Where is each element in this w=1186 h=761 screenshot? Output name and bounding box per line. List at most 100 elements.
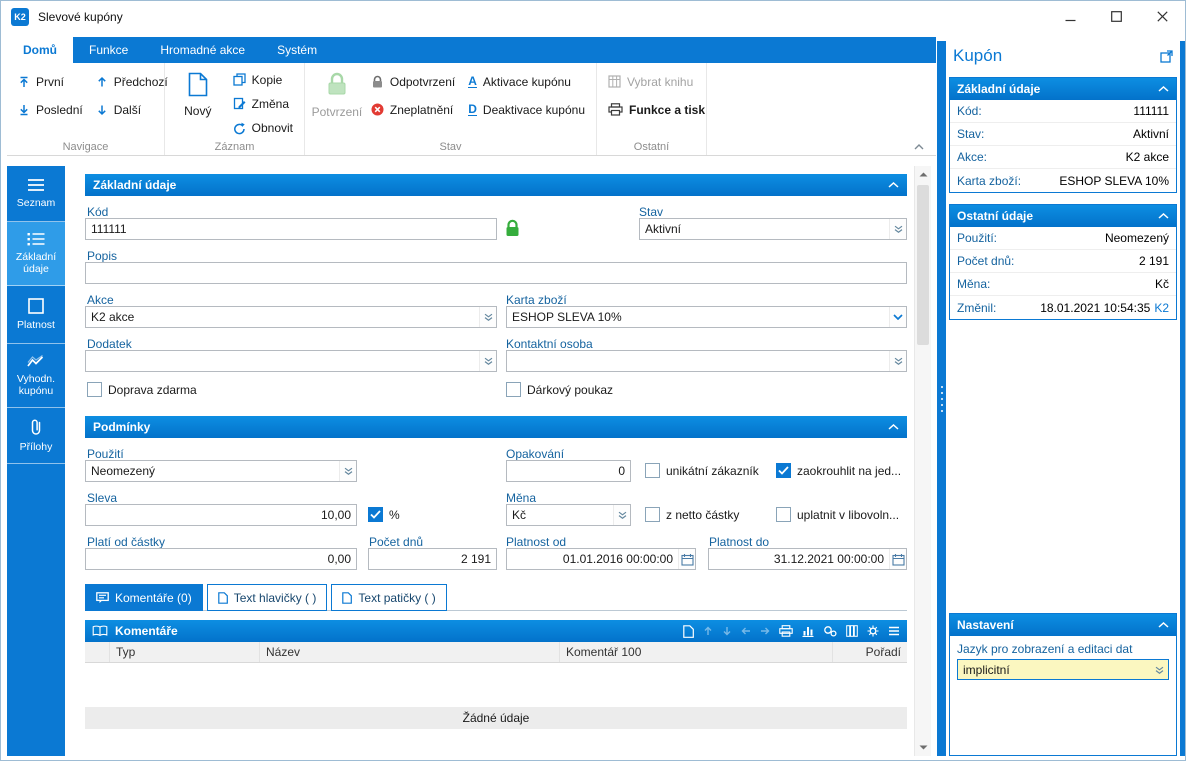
panel-splitter[interactable] (937, 41, 946, 756)
scroll-down-icon[interactable] (915, 739, 932, 756)
collapse-section-icon[interactable] (1158, 622, 1169, 628)
column-header-nazev[interactable]: Název (260, 642, 560, 662)
main-scrollbar[interactable] (914, 166, 931, 756)
sidebar-item-vyhodnoceni[interactable]: Vyhodn. kupónu (7, 344, 65, 408)
dropdown-icon[interactable] (479, 307, 496, 327)
next-record-button[interactable]: Další (91, 97, 173, 122)
move-first-icon[interactable] (703, 626, 713, 636)
unikatni-zakaznik-checkbox[interactable]: unikátní zákazník (645, 463, 759, 478)
scroll-up-icon[interactable] (915, 166, 932, 183)
plati-od-castky-input[interactable]: 0,00 (85, 548, 357, 570)
select-book-button[interactable]: Vybrat knihu (603, 69, 710, 94)
zaokrouhlit-checkbox[interactable]: zaokrouhlit na jed... (776, 463, 901, 478)
deactivate-coupon-label: Deaktivace kupónu (482, 102, 585, 117)
dropdown-icon[interactable] (1151, 660, 1168, 679)
new-record-button[interactable]: Nový (171, 69, 225, 139)
columns-icon[interactable] (846, 625, 858, 637)
move-prev-icon[interactable] (741, 626, 751, 636)
procento-checkbox[interactable]: % (368, 507, 400, 522)
checkbox-label: uplatnit v libovoln... (797, 507, 900, 522)
platnost-do-input[interactable]: 31.12.2021 00:00:00 (708, 548, 907, 570)
dropdown-icon[interactable] (889, 351, 906, 371)
move-last-icon[interactable] (722, 626, 732, 636)
column-header-komentar[interactable]: Komentář 100 (560, 642, 833, 662)
tab-komentare[interactable]: Komentáře (0) (85, 584, 203, 611)
ribbon-tab-system[interactable]: Systém (261, 37, 333, 63)
column-header-poradi[interactable]: Pořadí (833, 642, 907, 662)
tab-text-hlavicky[interactable]: Text hlavičky ( ) (206, 584, 328, 611)
menu-icon[interactable] (888, 626, 900, 636)
confirm-button[interactable]: Potvrzení (311, 69, 363, 139)
dropdown-icon[interactable] (339, 461, 356, 481)
functions-print-button[interactable]: Funkce a tisk (603, 97, 710, 122)
first-record-button[interactable]: První (13, 69, 88, 94)
new-record-icon[interactable] (683, 624, 694, 638)
close-button[interactable] (1139, 1, 1185, 32)
sleva-input[interactable]: 10,00 (85, 504, 357, 526)
calendar-icon[interactable] (678, 549, 695, 569)
column-header-indicator[interactable] (85, 642, 110, 662)
kontaktni-osoba-combo[interactable] (506, 350, 907, 372)
karta-zbozi-combo[interactable]: ESHOP SLEVA 10% (506, 306, 907, 328)
platnost-od-input[interactable]: 01.01.2016 00:00:00 (506, 548, 696, 570)
group-label-stav: Stav (439, 141, 462, 153)
deactivate-coupon-button[interactable]: D Deaktivace kupónu (463, 97, 590, 122)
collapse-section-icon[interactable] (888, 424, 899, 430)
copy-record-button[interactable]: Kopie (228, 69, 298, 90)
refresh-record-button[interactable]: Obnovit (228, 118, 298, 139)
pouziti-value: Neomezený (91, 464, 156, 478)
ribbon-tab-domu[interactable]: Domů (7, 37, 73, 63)
language-combo[interactable]: implicitní (957, 659, 1169, 680)
settings-gear-icon[interactable] (867, 625, 879, 637)
sidebar-item-seznam[interactable]: Seznam (7, 166, 65, 222)
chevron-down-icon[interactable] (889, 307, 906, 327)
inspector-section-header: Nastavení (950, 614, 1176, 636)
collapse-section-icon[interactable] (888, 182, 899, 188)
ribbon-tab-funkce[interactable]: Funkce (73, 37, 144, 63)
collapse-section-icon[interactable] (1158, 213, 1169, 219)
popout-icon[interactable] (1160, 50, 1173, 63)
darkovy-poukaz-checkbox[interactable]: Dárkový poukaz (506, 382, 613, 397)
ribbon-tab-hromadne-akce[interactable]: Hromadné akce (144, 37, 261, 63)
tab-text-paticky[interactable]: Text patičky ( ) (331, 584, 447, 611)
dodatek-combo[interactable] (85, 350, 497, 372)
chart-icon[interactable] (802, 625, 814, 637)
pocet-dnu-input[interactable]: 2 191 (368, 548, 497, 570)
dropdown-icon[interactable] (479, 351, 496, 371)
minimize-button[interactable] (1047, 1, 1093, 32)
calendar-icon[interactable] (889, 549, 906, 569)
platnost-od-value: 01.01.2016 00:00:00 (562, 552, 673, 566)
dropdown-icon[interactable] (613, 505, 630, 525)
pouziti-combo[interactable]: Neomezený (85, 460, 357, 482)
unconfirm-button[interactable]: Odpotvrzení (366, 69, 460, 94)
popis-input[interactable] (85, 262, 907, 284)
doprava-zdarma-checkbox[interactable]: Doprava zdarma (87, 382, 197, 397)
print-icon[interactable] (779, 625, 793, 637)
uplatnit-checkbox[interactable]: uplatnit v libovoln... (776, 507, 899, 522)
kod-input[interactable]: 111111 (85, 218, 497, 240)
opakovani-input[interactable]: 0 (506, 460, 631, 482)
sidebar-item-platnost[interactable]: Platnost (7, 286, 65, 344)
sidebar-item-zakladni-udaje[interactable]: Základní údaje (7, 222, 65, 286)
invalidate-label: Zneplatnění (389, 102, 454, 117)
stav-combo[interactable]: Aktivní (639, 218, 907, 240)
dropdown-icon[interactable] (889, 219, 906, 239)
maximize-button[interactable] (1093, 1, 1139, 32)
activate-coupon-button[interactable]: A Aktivace kupónu (463, 69, 590, 94)
ribbon-collapse-icon[interactable] (914, 144, 924, 150)
previous-record-button[interactable]: Předchozí (91, 69, 173, 94)
last-record-button[interactable]: Poslední (13, 97, 88, 122)
invalidate-button[interactable]: Zneplatnění (366, 97, 460, 122)
znetto-checkbox[interactable]: z netto částky (645, 507, 739, 522)
plati-od-castky-value: 0,00 (327, 552, 351, 566)
collapse-section-icon[interactable] (1158, 86, 1169, 92)
gears-icon[interactable] (823, 625, 837, 637)
sidebar-item-prilohy[interactable]: Přílohy (7, 408, 65, 464)
akce-combo[interactable]: K2 akce (85, 306, 497, 328)
move-next-icon[interactable] (760, 626, 770, 636)
column-header-typ[interactable]: Typ (110, 642, 260, 662)
section-header-podminky: Podmínky (85, 416, 907, 438)
mena-combo[interactable]: Kč (506, 504, 631, 526)
edit-record-button[interactable]: Změna (228, 93, 298, 114)
scrollbar-thumb[interactable] (917, 185, 929, 345)
